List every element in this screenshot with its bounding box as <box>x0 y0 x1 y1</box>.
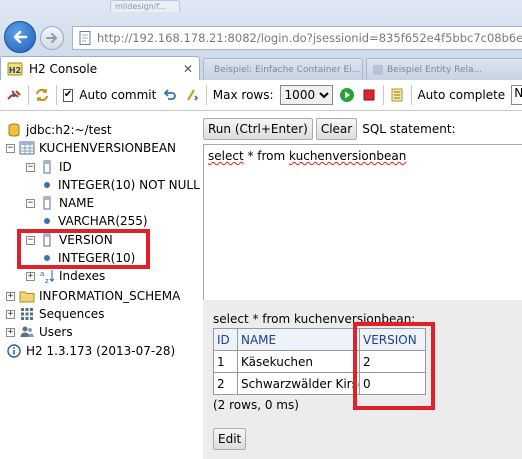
sequences-label: Sequences <box>39 307 105 321</box>
tree-column-type: INTEGER(10) NOT NULL <box>38 176 200 194</box>
tree-column-name[interactable]: − NAME <box>26 194 94 212</box>
result-cell: 1 <box>213 350 238 373</box>
result-cell: Schwarzwälder Kirsc <box>237 372 360 395</box>
stop-icon[interactable] <box>361 86 377 104</box>
forward-arrow-icon <box>46 33 57 43</box>
background-tab[interactable]: Beispiel: Einfache Container Ei... <box>203 58 363 80</box>
commit-icon[interactable] <box>184 86 200 104</box>
tree-column-id[interactable]: − ID <box>26 158 72 176</box>
expand-icon[interactable]: + <box>6 291 15 301</box>
address-bar[interactable]: http://192.168.178.21:8082/login.do?jses… <box>72 26 522 50</box>
collapse-icon[interactable]: − <box>26 162 35 172</box>
connection-label: jdbc:h2:~/test <box>26 123 112 137</box>
schema-label: INFORMATION_SCHEMA <box>39 289 181 303</box>
svg-text:H2: H2 <box>9 66 21 75</box>
auto-commit-label: Auto commit <box>79 88 157 102</box>
max-rows-select[interactable]: 1000 <box>279 85 333 105</box>
run-button[interactable]: Run (Ctrl+Enter) <box>203 118 313 140</box>
expand-icon[interactable]: + <box>26 271 35 281</box>
expand-icon[interactable]: + <box>6 309 15 319</box>
background-tab-title: Beispiel Entity Rela... <box>387 64 483 75</box>
disconnect-icon[interactable] <box>6 86 22 104</box>
result-header-cell[interactable]: NAME <box>237 328 360 351</box>
tab-favicon-icon <box>373 64 383 75</box>
auto-commit-checkbox[interactable]: ✔ <box>62 88 74 102</box>
table-icon <box>19 140 35 156</box>
page-icon <box>79 31 91 45</box>
svg-text:a: a <box>40 270 44 278</box>
editor-toolbar: Run (Ctrl+Enter) Clear SQL statement: <box>203 118 456 140</box>
column-type-label: INTEGER(10) NOT NULL <box>58 178 200 192</box>
folder-icon <box>19 288 35 304</box>
refresh-icon[interactable] <box>34 86 50 104</box>
tree-sequences[interactable]: + Sequences <box>6 305 104 323</box>
history-icon[interactable] <box>389 86 405 104</box>
url-host: http://192.168.178.21 <box>97 31 224 45</box>
forward-button[interactable] <box>40 26 64 50</box>
expand-icon[interactable]: + <box>6 327 15 337</box>
auto-complete-select[interactable]: Ne <box>511 85 522 105</box>
users-label: Users <box>39 325 73 339</box>
clear-button[interactable]: Clear <box>315 118 358 140</box>
auto-complete-label: Auto complete <box>417 88 506 102</box>
tab-row: H2 H2 Console ✕ Beispiel: Einfache Conta… <box>0 54 522 80</box>
tree-users[interactable]: + Users <box>6 323 73 341</box>
sql-keyword: select <box>208 149 244 163</box>
info-icon <box>6 343 22 359</box>
type-bullet-icon <box>44 218 50 224</box>
tabstrip-top: mlldesign/f... <box>0 0 522 20</box>
database-icon <box>6 122 22 138</box>
column-name-label: ID <box>59 160 72 174</box>
tree-version-info: H2 1.3.173 (2013-07-28) <box>6 342 175 360</box>
tab-close-icon[interactable]: ✕ <box>183 62 193 76</box>
sequences-icon <box>19 306 35 322</box>
users-icon <box>19 324 35 340</box>
index-icon: az <box>39 268 55 284</box>
tree-column-type: VARCHAR(255) <box>38 212 148 230</box>
tree-indexes[interactable]: + az Indexes <box>26 267 105 285</box>
sql-statement-label: SQL statement: <box>362 122 456 136</box>
url-path: :8082/login.do?jsessionid=835f652e4f5bbc… <box>223 31 522 45</box>
sql-editor[interactable]: select * from kuchenversionbean <box>203 144 522 310</box>
query-pane: Run (Ctrl+Enter) Clear SQL statement: se… <box>203 112 522 459</box>
tree-connection[interactable]: jdbc:h2:~/test <box>6 121 112 139</box>
run-icon[interactable] <box>339 86 355 104</box>
background-tab-title: Beispiel: Einfache Container Ei... <box>214 64 361 75</box>
collapse-icon[interactable]: − <box>6 143 15 153</box>
version-highlight-box <box>17 229 150 269</box>
result-cell: Käsekuchen <box>237 350 360 373</box>
version-column-highlight-box <box>353 322 435 410</box>
background-tab[interactable]: Beispiel Entity Rela... <box>366 58 522 80</box>
result-panel: select * from kuchenversionbean; ID NAME… <box>203 300 522 459</box>
sql-table: kuchenversionbean <box>289 149 407 163</box>
schema-tree: jdbc:h2:~/test − KUCHENVERSIONBEAN − ID … <box>0 112 200 459</box>
rollback-icon[interactable] <box>162 86 178 104</box>
h2-toolbar: ✔ Auto commit Max rows: 1000 Auto comple… <box>0 80 522 111</box>
indexes-label: Indexes <box>59 269 106 283</box>
h2-favicon-icon: H2 <box>7 62 23 75</box>
edit-button[interactable]: Edit <box>213 428 247 450</box>
back-button[interactable] <box>4 21 36 53</box>
collapse-icon[interactable]: − <box>26 198 35 208</box>
h2-version-label: H2 1.3.173 (2013-07-28) <box>26 344 176 358</box>
column-icon <box>39 159 55 175</box>
result-cell: 2 <box>213 372 238 395</box>
svg-text:z: z <box>45 277 49 284</box>
back-arrow-icon <box>13 30 28 44</box>
sql-text: * from <box>243 149 290 163</box>
browser-chrome: mlldesign/f... http://192.168.178.21:808… <box>0 0 522 80</box>
ghost-tab[interactable]: mlldesign/f... <box>110 0 180 12</box>
max-rows-label: Max rows: <box>212 88 274 102</box>
column-type-label: VARCHAR(255) <box>58 214 148 228</box>
result-summary: (2 rows, 0 ms) <box>213 398 299 412</box>
result-header-cell[interactable]: ID <box>213 328 238 351</box>
tab-title: H2 Console <box>29 61 98 76</box>
tree-table-node[interactable]: − KUCHENVERSIONBEAN <box>6 139 176 157</box>
column-name-label: NAME <box>59 196 95 210</box>
type-bullet-icon <box>44 182 50 188</box>
tab-h2-console[interactable]: H2 H2 Console ✕ <box>0 56 200 80</box>
table-name-label: KUCHENVERSIONBEAN <box>39 141 176 155</box>
tree-information-schema[interactable]: + INFORMATION_SCHEMA <box>6 287 180 305</box>
column-icon <box>39 195 55 211</box>
